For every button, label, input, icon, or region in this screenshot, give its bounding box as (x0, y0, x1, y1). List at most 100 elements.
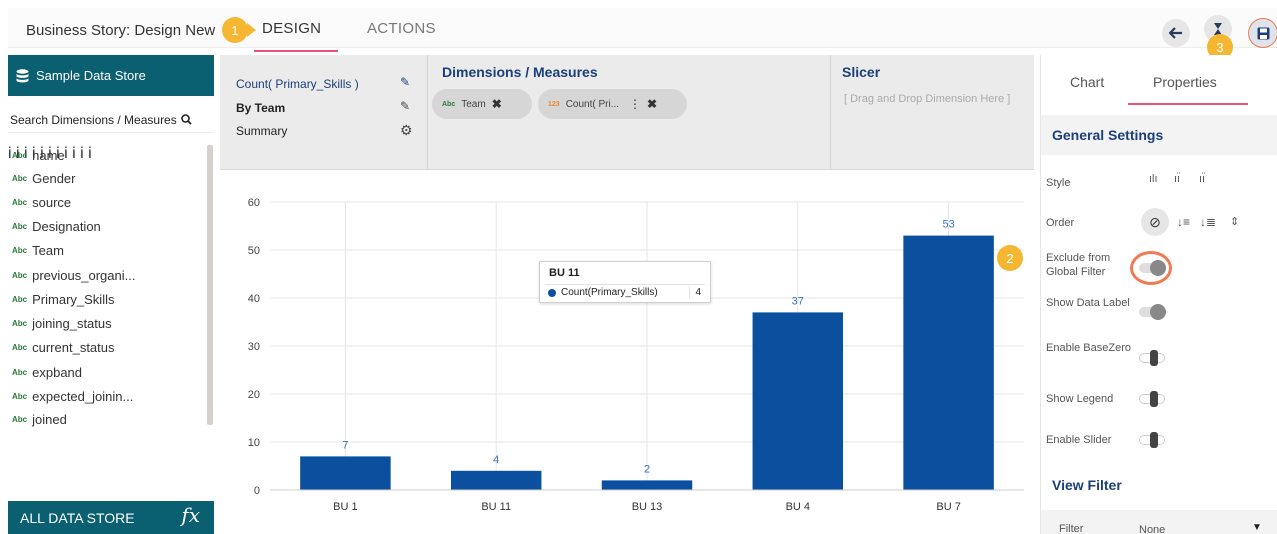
field-item-expband[interactable]: Abc expband (12, 362, 82, 382)
tab-chart[interactable]: Chart (1070, 74, 1104, 90)
filter-label: Filter (1059, 523, 1084, 534)
view-filter-header[interactable]: View Filter (1041, 465, 1277, 505)
slicer-title: Slicer (842, 64, 881, 80)
data-store-title: Sample Data Store (36, 68, 146, 83)
tab-design[interactable]: DESIGN (262, 20, 321, 37)
data-label: 2 (644, 463, 650, 475)
tooltip-value: 4 (689, 287, 701, 298)
text-type-icon: Abc (12, 294, 28, 304)
info-icon[interactable]: i (72, 145, 76, 162)
no-sort-icon[interactable]: ⊘ (1141, 208, 1169, 236)
remove-pill-icon[interactable]: ✖ (647, 97, 657, 111)
field-item-team[interactable]: Abc Team (12, 240, 64, 260)
properties-panel: Chart Properties General Settings Style … (997, 55, 1277, 534)
summary-item[interactable]: Summary (236, 124, 287, 138)
back-button[interactable] (1162, 19, 1190, 47)
field-item-source[interactable]: Abc source (12, 192, 71, 212)
field-item-joining-status[interactable]: Abc joining_status (12, 313, 112, 333)
back-arrow-icon (1169, 27, 1182, 39)
text-type-icon: Abc (12, 245, 28, 255)
exclude-global-filter-label: Exclude from Global Filter (1046, 252, 1111, 278)
show-legend-toggle[interactable] (1139, 391, 1165, 407)
field-item-name[interactable]: Abc name (12, 145, 65, 165)
edit-measure-icon[interactable]: ✎ (400, 75, 410, 89)
sort-descending-icon[interactable]: ↓≣ (1200, 215, 1216, 229)
order-label: Order (1046, 217, 1075, 229)
clustered-bar-icon[interactable]: ılı (1149, 173, 1158, 185)
chart-canvas: 0 10 20 30 40 50 60 7 BU 1 4 BU 11 2 BU 13 37 BU 4 53 BU… (220, 172, 1034, 534)
text-type-icon: Abc (12, 318, 28, 328)
slicer-drop-zone[interactable]: [ Drag and Drop Dimension Here ] (844, 92, 1034, 107)
data-store-header[interactable]: Sample Data Store (8, 55, 214, 96)
tab-actions[interactable]: ACTIONS (367, 20, 436, 37)
all-data-store-button[interactable]: ALL DATA STORE fx (8, 501, 214, 534)
y-tick-label: 30 (248, 341, 260, 353)
field-search-box[interactable]: Search Dimensions / Measures (8, 107, 214, 133)
enable-slider-label: Enable Slider (1046, 434, 1112, 446)
field-item-gender[interactable]: Abc Gender (12, 168, 76, 188)
exclude-global-filter-toggle[interactable] (1139, 260, 1166, 276)
enable-slider-toggle[interactable] (1139, 432, 1165, 448)
chevron-down-icon[interactable]: ▼ (1252, 522, 1262, 533)
tab-properties[interactable]: Properties (1153, 74, 1217, 90)
text-type-icon: Abc (12, 150, 28, 160)
tooltip-title: BU 11 (549, 267, 580, 279)
text-type-icon: Abc (12, 221, 28, 231)
group-by-item[interactable]: By Team (236, 101, 285, 115)
bar (300, 456, 391, 490)
show-data-label-toggle[interactable] (1139, 304, 1166, 320)
x-tick-label: BU 1 (333, 501, 357, 513)
pill-menu-icon[interactable]: ⋮ (629, 97, 641, 111)
remove-pill-icon[interactable]: ✖ (492, 97, 502, 111)
toggle-knob (1150, 350, 1158, 366)
function-icon[interactable]: fx (181, 503, 200, 527)
field-item-primary-skills[interactable]: Abc Primary_Skills (12, 289, 114, 309)
field-item-designation[interactable]: Abc Designation (12, 216, 101, 236)
text-type-icon: Abc (12, 367, 28, 377)
show-legend-label: Show Legend (1046, 393, 1114, 405)
field-item-expected-joining[interactable]: Abc expected_joinin... (12, 386, 133, 406)
number-type-icon: 123 (548, 100, 560, 108)
toggle-knob (1150, 432, 1158, 448)
sort-toggle-icon[interactable]: ⇕ (1230, 215, 1239, 228)
bar (450, 470, 542, 490)
edit-group-icon[interactable]: ✎ (400, 99, 410, 113)
field-item-previous-organization[interactable]: Abc previous_organi... (12, 265, 135, 285)
stacked-bar-icon[interactable]: ıı̈ (1174, 173, 1180, 185)
field-item-joined[interactable]: Abc joined (12, 409, 67, 429)
measure-item[interactable]: Count( Primary_Skills ) (236, 77, 359, 91)
y-tick-label: 0 (254, 485, 260, 497)
dimension-pill-label: Team (461, 98, 486, 110)
field-search-placeholder: Search Dimensions / Measures (10, 112, 177, 127)
search-icon[interactable] (180, 114, 192, 125)
enable-basezero-toggle[interactable] (1139, 350, 1165, 366)
bar (601, 480, 693, 490)
enable-basezero-label: Enable BaseZero (1046, 342, 1131, 354)
info-icon[interactable]: i (80, 145, 84, 162)
divider (427, 55, 428, 170)
general-settings-header[interactable]: General Settings (1041, 115, 1277, 155)
filter-select[interactable]: None (1139, 524, 1165, 534)
field-list-scrollbar[interactable] (207, 145, 213, 425)
sort-ascending-icon[interactable]: ↓≡ (1177, 215, 1190, 229)
y-tick-label: 50 (248, 245, 260, 257)
text-type-icon: Abc (12, 173, 28, 183)
chart-config-bar: Count( Primary_Skills ) ✎ By Team ✎ Summ… (220, 55, 1034, 170)
measure-pill-count[interactable]: 123 Count( Pri... ⋮ ✖ (538, 89, 687, 119)
x-tick-label: BU 13 (632, 501, 663, 513)
save-button[interactable] (1249, 19, 1277, 47)
x-tick-label: BU 11 (481, 501, 511, 513)
active-tab-indicator (254, 50, 338, 52)
show-data-label-label: Show Data Label (1046, 297, 1130, 309)
field-item-current-status[interactable]: Abc current_status (12, 337, 115, 357)
dimension-pill-team[interactable]: Abc Team ✖ (432, 89, 532, 119)
all-data-store-label: ALL DATA STORE (20, 510, 135, 526)
text-type-icon: Abc (442, 100, 456, 108)
settings-gear-icon[interactable]: ⚙ (400, 122, 413, 139)
y-tick-label: 10 (248, 437, 260, 449)
info-icon[interactable]: i (88, 145, 92, 162)
database-icon (16, 68, 29, 82)
data-label: 4 (493, 454, 499, 466)
text-type-icon: Abc (12, 270, 28, 280)
percent-stacked-bar-icon[interactable]: ıı̈ (1199, 173, 1205, 185)
